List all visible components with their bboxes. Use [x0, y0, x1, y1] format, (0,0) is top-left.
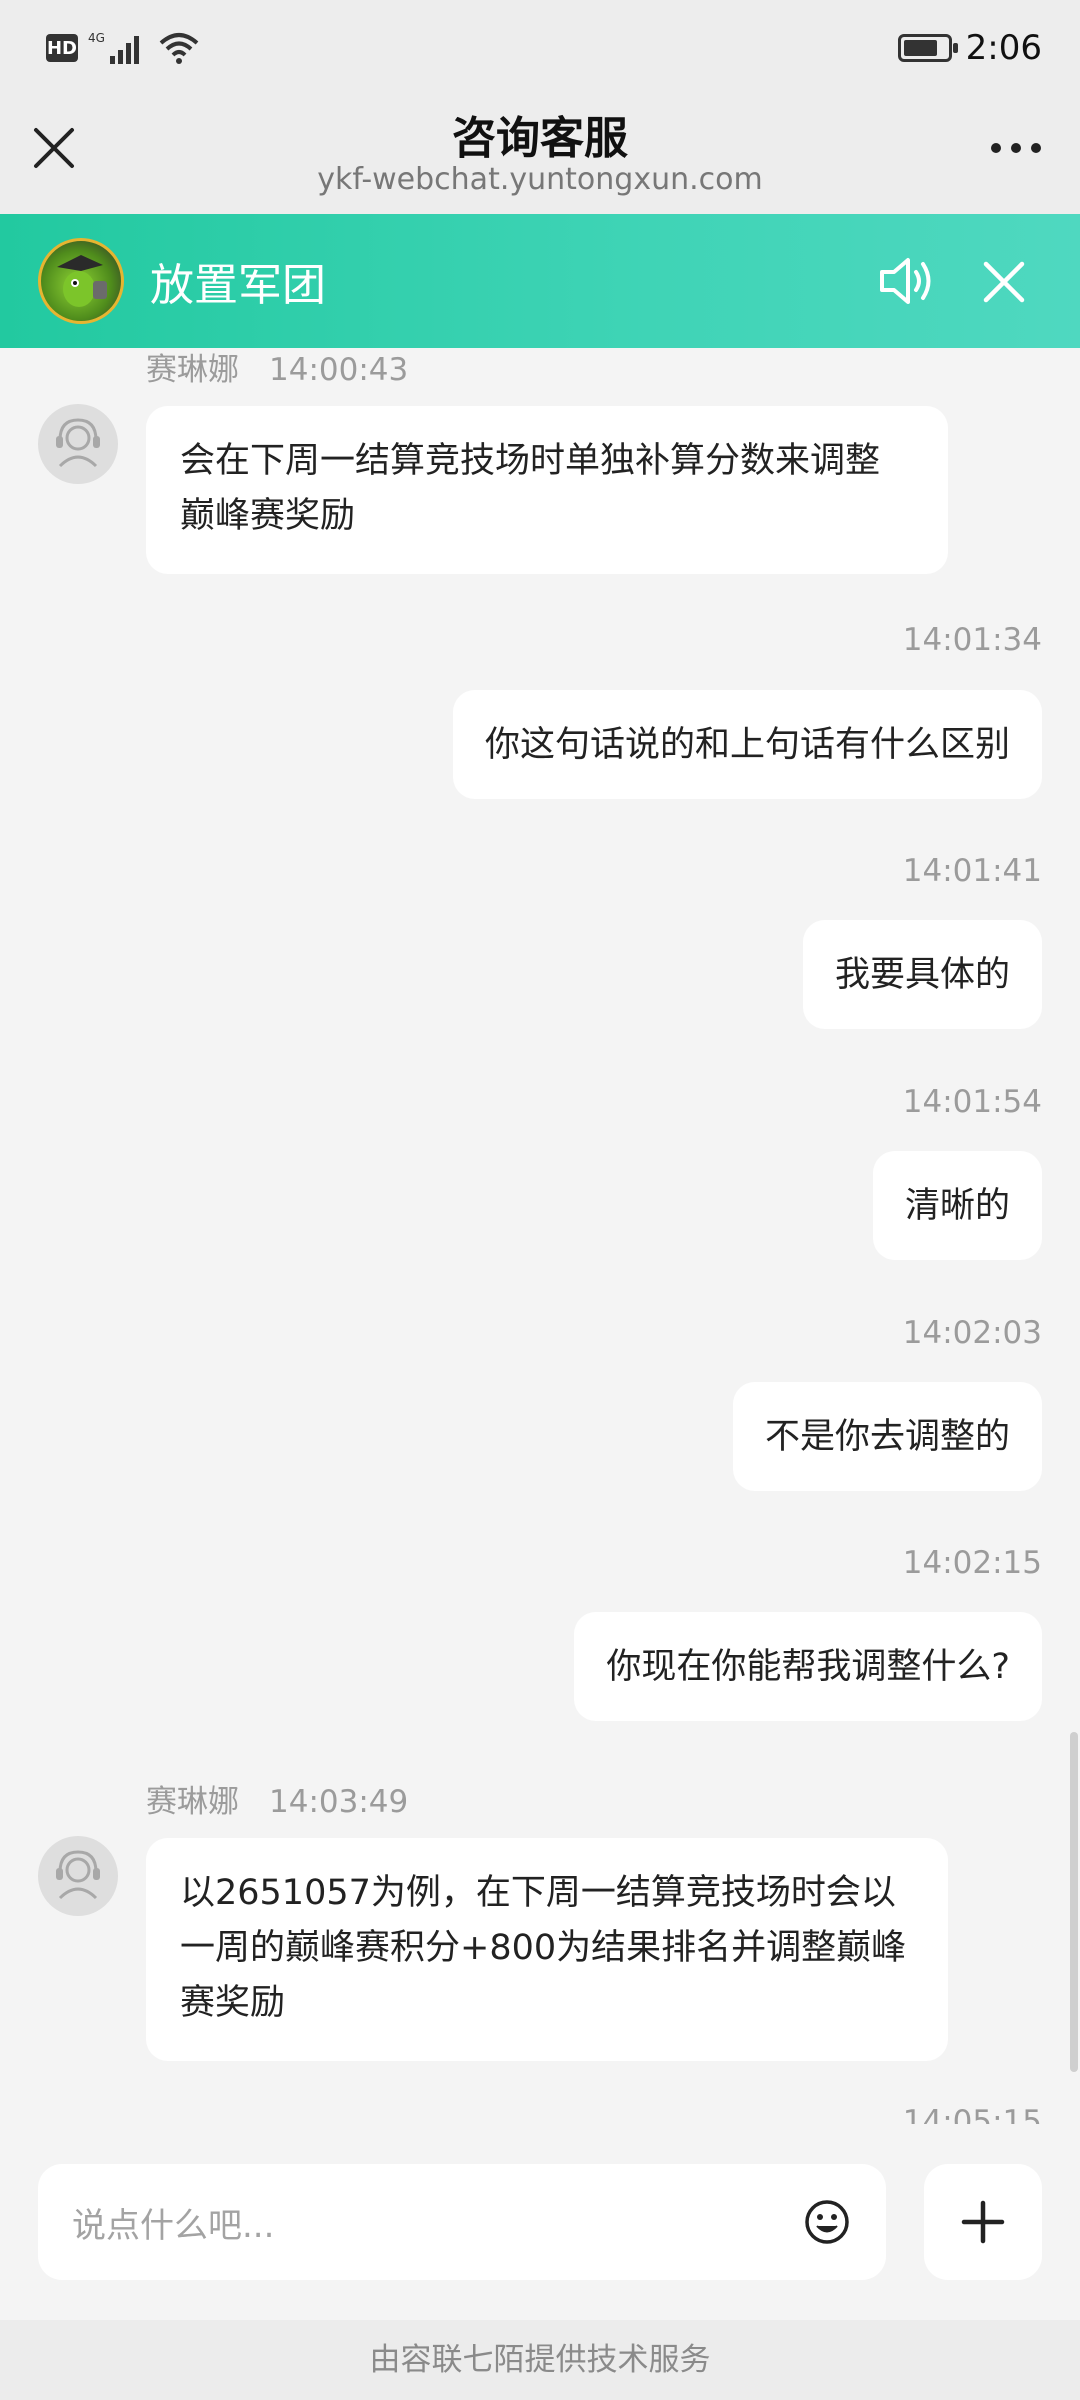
footer: 由容联七陌提供技术服务: [0, 2320, 1080, 2400]
emoji-icon[interactable]: [802, 2197, 852, 2247]
message-input[interactable]: 说点什么吧...: [38, 2164, 886, 2280]
sender-name: 赛琳娜: [146, 352, 239, 388]
title-bar: 咨询客服 ykf-webchat.yuntongxun.com: [0, 96, 1080, 214]
status-left: HD 4G: [46, 30, 200, 66]
scrollbar[interactable]: [1070, 1732, 1078, 2072]
message-time: 14:01:34: [902, 622, 1042, 658]
message-time: 14:02:03: [902, 1315, 1042, 1351]
message-time: 14:03:49: [269, 1784, 409, 1820]
plus-icon: [961, 2200, 1005, 2244]
status-right: 2:06: [897, 28, 1042, 68]
message-time: 14:01:41: [902, 853, 1042, 889]
network-type: 4G: [88, 31, 105, 45]
goblin-icon: [57, 255, 107, 307]
agent-avatar: [38, 404, 118, 484]
user-message-bubble[interactable]: 你现在你能帮我调整什么?: [574, 1612, 1042, 1721]
message-time: 14:00:43: [269, 352, 409, 388]
wifi-icon: [159, 33, 199, 64]
speaker-icon[interactable]: [876, 250, 938, 312]
sender-name: 赛琳娜: [146, 1784, 239, 1820]
more-icon[interactable]: [986, 122, 1046, 174]
message-time: 14:01:54: [902, 1084, 1042, 1120]
input-placeholder: 说点什么吧...: [72, 2205, 275, 2246]
agent-message-bubble[interactable]: 会在下周一结算竞技场时单独补算分数来调整巅峰赛奖励: [146, 406, 948, 574]
input-bar: 说点什么吧...: [0, 2124, 1080, 2320]
user-message-bubble[interactable]: 你这句话说的和上句话有什么区别: [452, 690, 1042, 799]
status-time: 2:06: [965, 28, 1042, 68]
chat-page: HD 4G 2:06 咨询客服 ykf-webchat.yuntongxun.c…: [0, 0, 1080, 2400]
user-message-bubble[interactable]: 不是你去调整的: [732, 1382, 1042, 1491]
chat-area[interactable]: 赛琳娜 14:00:43 会在下周一结算竞技场时单独补算分数来调整巅峰赛奖励 14…: [0, 348, 1080, 2124]
user-message-bubble[interactable]: 我要具体的: [802, 920, 1042, 1029]
agent-message-bubble[interactable]: 以2651057为例，在下周一结算竞技场时会以一周的巅峰赛积分+800为结果排名…: [146, 1838, 948, 2061]
page-title: 咨询客服: [452, 113, 628, 164]
support-agent-icon: [56, 1850, 100, 1900]
message-meta: 赛琳娜 14:03:49: [146, 1776, 408, 1821]
game-banner: 放置军团: [0, 214, 1080, 348]
hd-badge: HD: [46, 34, 78, 62]
signal-icon: 4G: [88, 31, 139, 64]
more-actions-button[interactable]: [924, 2164, 1042, 2280]
battery-icon: [897, 34, 958, 62]
game-logo: [38, 238, 124, 324]
banner-close-icon[interactable]: [976, 254, 1032, 310]
status-bar: HD 4G 2:06: [0, 0, 1080, 96]
user-message-bubble[interactable]: 清晰的: [872, 1151, 1042, 1260]
message-time: 14:02:15: [902, 1545, 1042, 1581]
game-title: 放置军团: [150, 260, 326, 311]
support-agent-icon: [56, 418, 100, 468]
message-time: 14:05:15: [902, 2104, 1042, 2124]
page-url: ykf-webchat.yuntongxun.com: [317, 162, 763, 197]
agent-avatar: [38, 1836, 118, 1916]
message-meta: 赛琳娜 14:00:43: [146, 348, 408, 389]
battery-fill: [903, 40, 938, 56]
